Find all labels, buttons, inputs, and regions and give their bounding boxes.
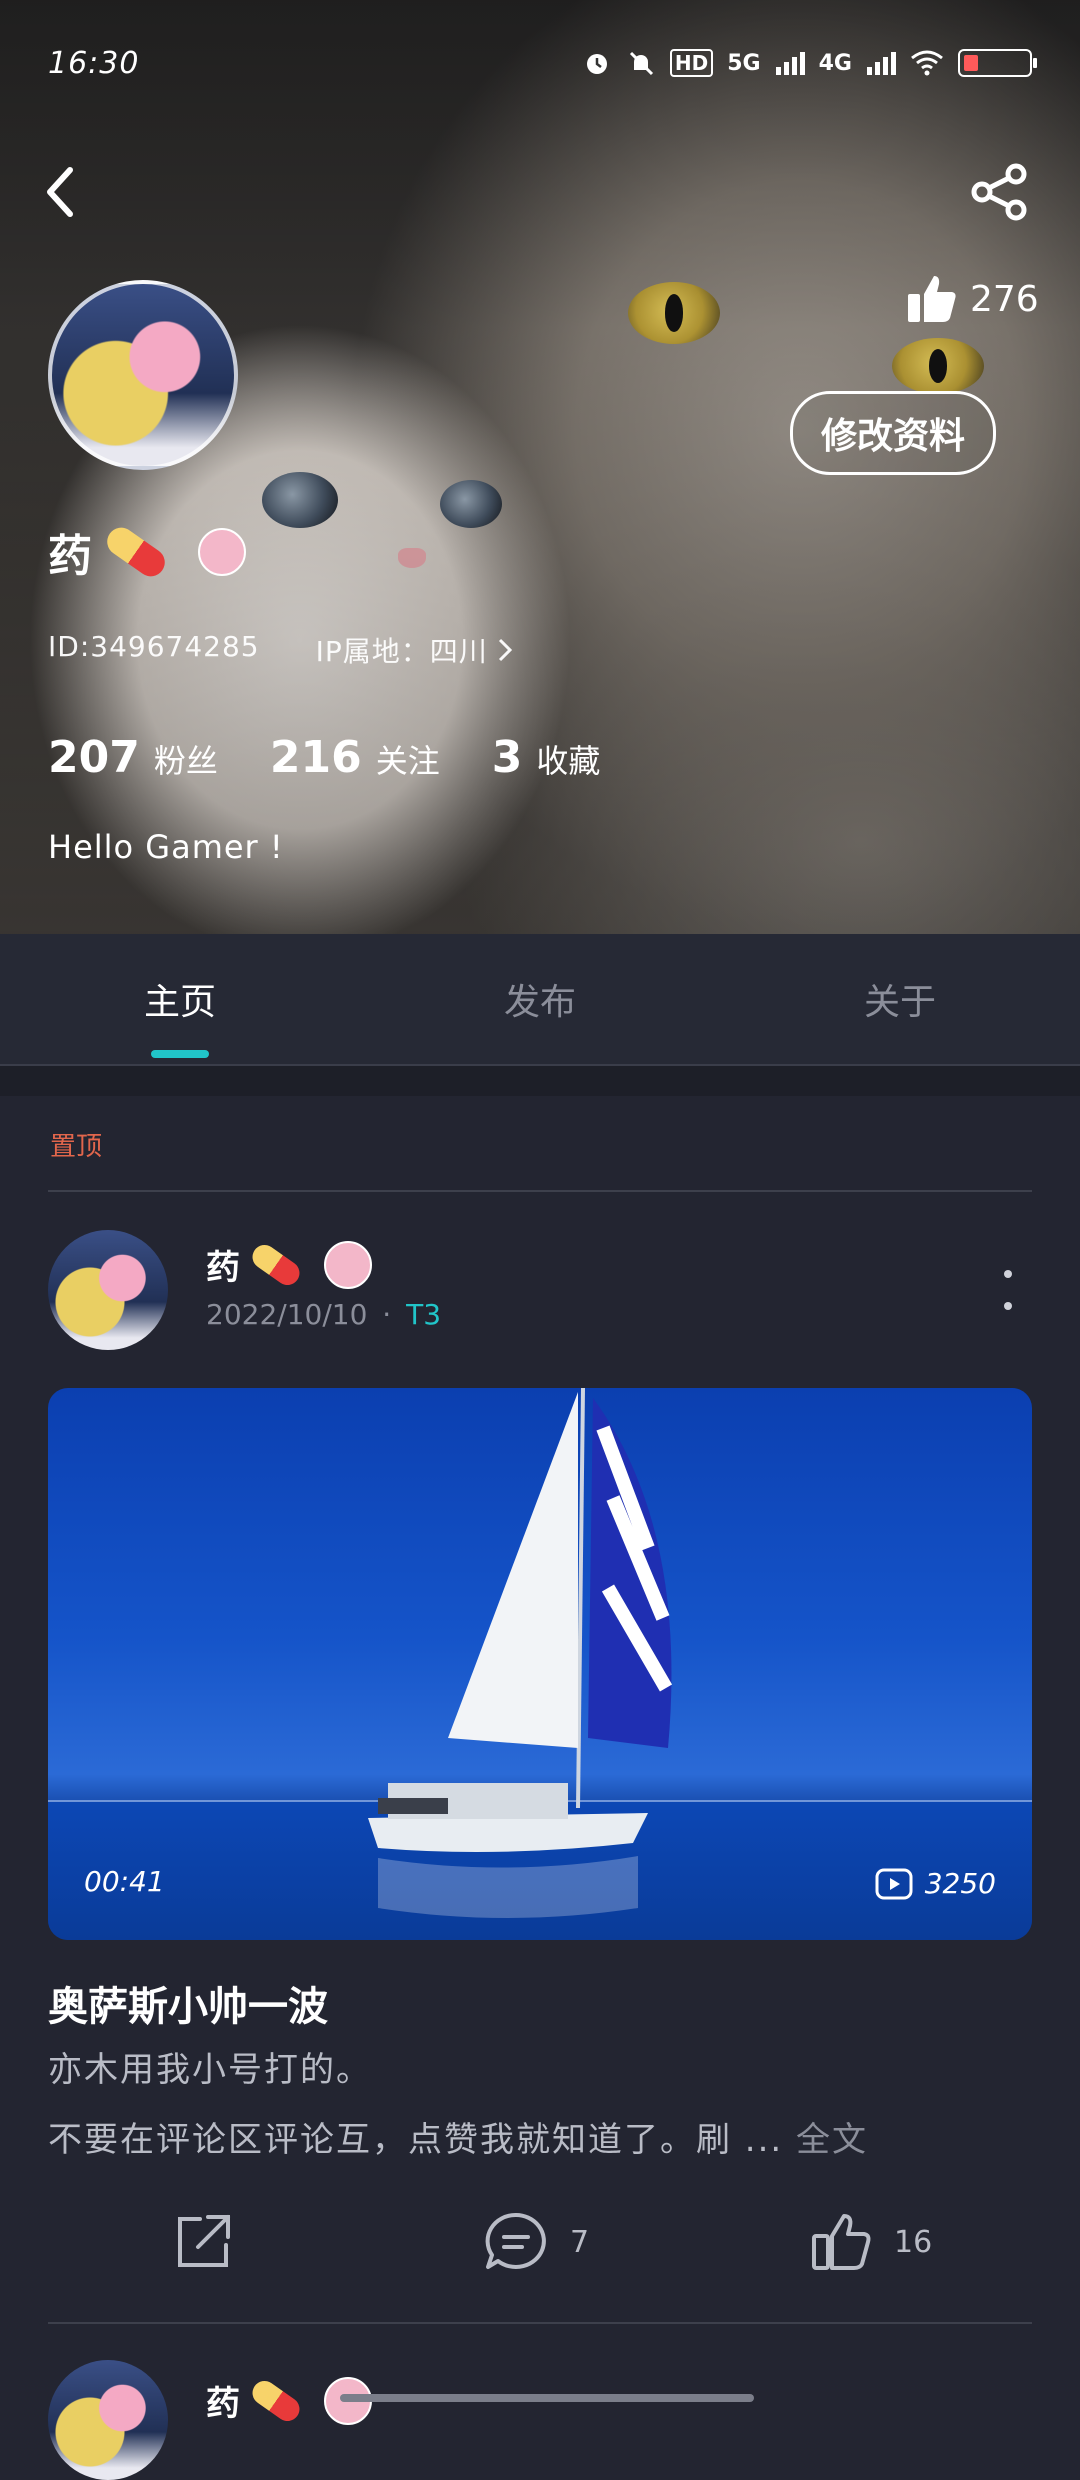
post-title[interactable]: 奥萨斯小帅一波 [48,1974,328,2032]
signal-bars-icon-2 [867,52,896,75]
post-author-row: 药 [206,1239,372,1290]
post-video[interactable]: 00:41 3250 [48,1388,1032,1940]
status-icons: HD 5G 4G [582,48,1037,78]
post-text-excerpt: 不要在评论区评论互，点赞我就知道了。刷 ... [48,2120,784,2160]
comment-icon [485,2212,546,2269]
post-author-name[interactable]: 药 [206,1240,240,1289]
profile-name: 药 [48,531,92,582]
sailboat-image [368,1388,673,1918]
favorites-stat[interactable]: 3 收藏 [492,732,601,783]
video-views: 3250 [875,1867,996,1900]
status-time: 16:30 [48,45,140,81]
share-out-icon [178,2215,230,2267]
home-indicator[interactable] [340,2394,754,2402]
pill-emoji-icon [247,1239,305,1290]
dot-icon [1004,1270,1012,1278]
pill-emoji-icon [247,2375,305,2426]
likes-count: 276 [970,278,1039,320]
profile-name-row: 药 [48,520,246,584]
fans-stat[interactable]: 207 粉丝 [48,732,218,783]
follow-stat[interactable]: 216 关注 [270,732,440,783]
post-more-button[interactable] [996,1270,1020,1310]
4g-signal-icon: 4G [818,50,852,76]
alarm-icon [586,54,607,74]
post-author-name[interactable]: 药 [206,2376,240,2425]
favorites-count: 3 [491,732,523,783]
hd-icon: HD [669,49,714,77]
comment-button[interactable]: 7 [484,2200,589,2284]
status-bar: 16:30 HD 5G 4G [48,40,1037,86]
like-button[interactable]: 16 [810,2200,932,2284]
profile-id-row: ID:349674285 IP属地：四川 [48,630,514,670]
fans-count: 207 [48,732,140,783]
dot-icon [1004,1302,1012,1310]
tab-home[interactable]: 主页 [0,934,360,1064]
video-views-count: 3250 [924,1867,996,1900]
read-full-link[interactable]: 全文 [796,2120,868,2160]
divider [48,2322,1032,2324]
profile-stats: 207 粉丝 216 关注 3 收藏 [48,732,600,783]
signal-bars-icon [775,52,805,75]
ip-location-link[interactable]: IP属地：四川 [316,630,514,670]
chevron-left-icon [47,167,73,217]
profile-avatar[interactable] [48,280,238,470]
thumbs-up-outline-icon [812,2214,871,2270]
profile-likes[interactable]: 276 [906,274,1039,324]
post-actions: 7 16 [0,2200,1080,2284]
5g-signal-icon: 5G [727,50,761,76]
pill-emoji-icon [101,522,171,582]
profile-bio: Hello Gamer ! [48,828,284,866]
follow-count: 216 [269,732,362,783]
thumbs-up-icon [908,276,956,322]
back-button[interactable] [40,162,90,222]
post-date: 2022/10/10 [206,1298,368,1331]
meta-separator: · [382,1298,392,1331]
share-icon [971,163,1027,221]
wifi-icon [911,50,943,76]
comment-count: 7 [570,2224,590,2260]
profile-id: ID:349674285 [48,630,260,663]
post-text-line1: 亦木用我小号打的。 [48,2050,372,2090]
profile-tabs: 主页 发布 关于 [0,934,1080,1066]
section-divider [0,1066,1080,1096]
play-views-icon [875,1868,913,1899]
mute-icon [629,51,653,76]
pinned-label: 置顶 [50,1132,103,1162]
chevron-right-icon [498,638,512,662]
follow-label: 关注 [375,742,440,780]
post-game-tag[interactable]: T3 [406,1298,441,1331]
like-count: 16 [894,2224,933,2260]
battery-icon [958,49,1037,77]
share-post-button[interactable] [172,2200,234,2284]
favorites-label: 收藏 [536,742,601,780]
share-button[interactable] [968,160,1032,224]
fans-label: 粉丝 [153,742,218,780]
divider [48,1190,1032,1192]
edit-profile-button[interactable]: 修改资料 [790,391,996,475]
post-author-avatar[interactable] [48,1230,168,1350]
post-author-avatar[interactable] [48,2360,168,2480]
tab-about[interactable]: 关于 [720,934,1080,1064]
ip-location: IP属地：四川 [315,635,488,668]
post-meta: 2022/10/10 · T3 [206,1298,441,1331]
level-badge-icon [324,1240,372,1289]
post-text-line2: 不要在评论区评论互，点赞我就知道了。刷 ... 全文 [48,2112,868,2161]
tab-posts[interactable]: 发布 [360,934,720,1064]
video-duration: 00:41 [84,1865,165,1898]
level-badge-icon [198,528,246,576]
